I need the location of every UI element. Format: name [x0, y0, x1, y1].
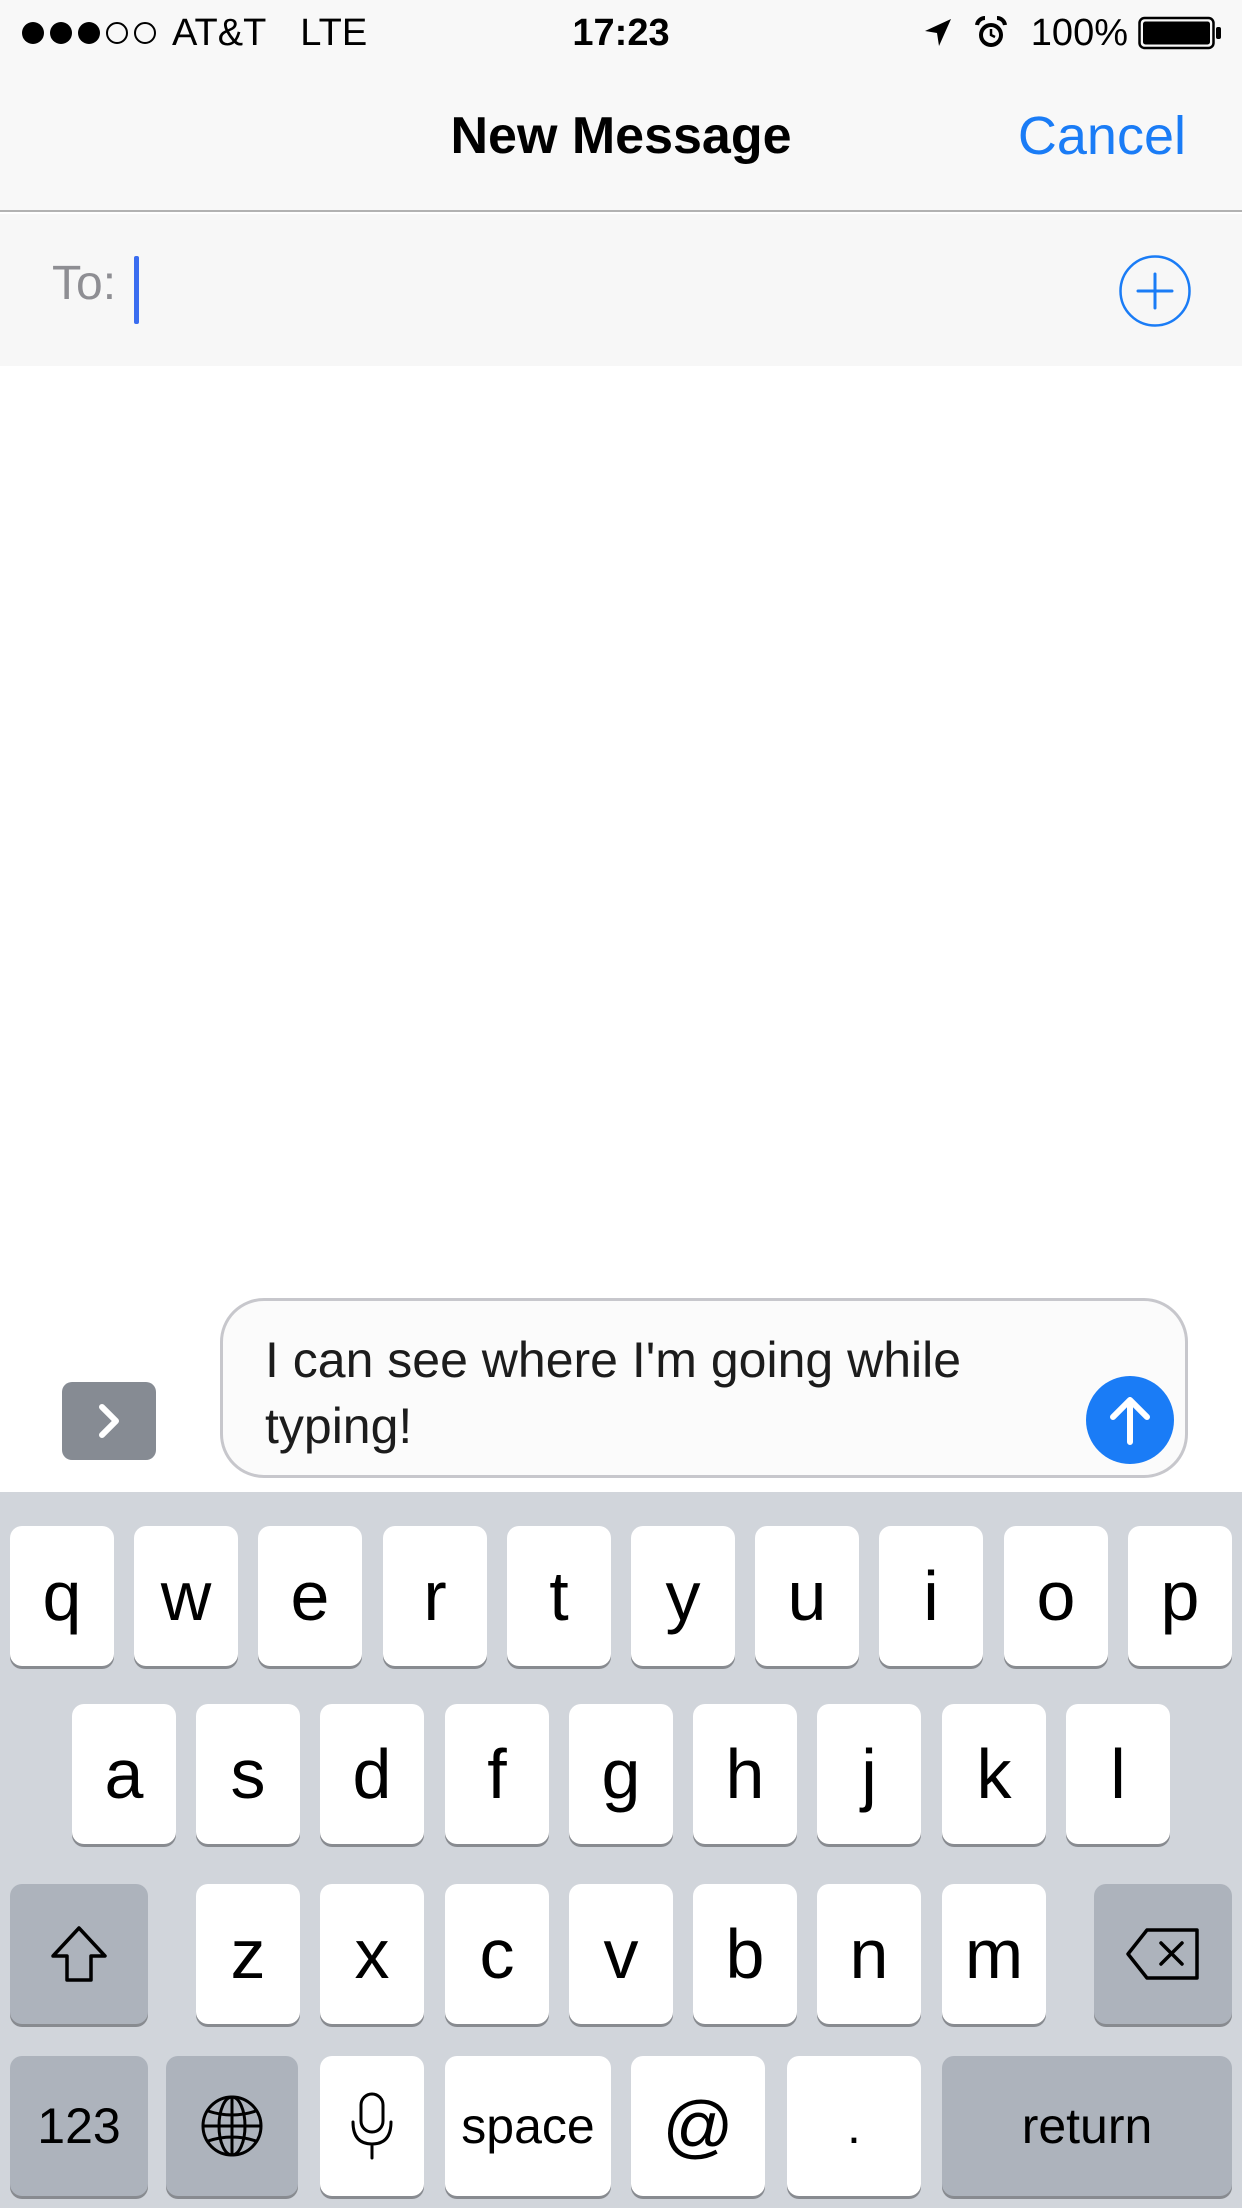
- chevron-right-icon: [99, 1404, 119, 1438]
- key-z[interactable]: z: [196, 1884, 300, 2024]
- message-text: I can see where I'm going while typing!: [265, 1332, 962, 1454]
- period-key[interactable]: .: [787, 2056, 921, 2196]
- key-d[interactable]: d: [320, 1704, 424, 1844]
- at-key[interactable]: @: [631, 2056, 765, 2196]
- status-bar: AT&T LTE 17:23 100%: [0, 0, 1242, 66]
- conversation-area: [0, 366, 1242, 1296]
- apps-toggle-button[interactable]: [62, 1382, 156, 1460]
- space-key[interactable]: space: [445, 2056, 611, 2196]
- key-y[interactable]: y: [631, 1526, 735, 1666]
- delete-key[interactable]: [1094, 1884, 1232, 2024]
- recipient-bar: To:: [0, 214, 1242, 366]
- key-o[interactable]: o: [1004, 1526, 1108, 1666]
- keyboard: q w e r t y u i o p a s d f g h j k l z …: [0, 1492, 1242, 2208]
- location-arrow-icon: [921, 16, 955, 50]
- to-label: To:: [52, 257, 117, 310]
- backspace-icon: [1126, 1928, 1199, 1980]
- key-m[interactable]: m: [942, 1884, 1046, 2024]
- key-p[interactable]: p: [1128, 1526, 1232, 1666]
- status-right: 100%: [921, 8, 1222, 58]
- arrow-up-icon: [1110, 1397, 1150, 1445]
- key-h[interactable]: h: [693, 1704, 797, 1844]
- key-r[interactable]: r: [383, 1526, 487, 1666]
- battery-percentage: 100%: [1030, 11, 1128, 54]
- key-b[interactable]: b: [693, 1884, 797, 2024]
- navigation-bar: New Message Cancel: [0, 66, 1242, 212]
- globe-key[interactable]: [166, 2056, 298, 2196]
- globe-icon: [201, 2095, 263, 2157]
- dictation-key[interactable]: [320, 2056, 424, 2196]
- microphone-icon: [351, 2092, 393, 2160]
- battery-icon: [1138, 15, 1222, 51]
- cancel-button[interactable]: Cancel: [1018, 106, 1186, 166]
- key-i[interactable]: i: [879, 1526, 983, 1666]
- key-x[interactable]: x: [320, 1884, 424, 2024]
- message-input[interactable]: I can see where I'm going while typing!: [220, 1298, 1188, 1478]
- send-button[interactable]: [1086, 1376, 1174, 1464]
- key-v[interactable]: v: [569, 1884, 673, 2024]
- add-recipient-button[interactable]: [1118, 254, 1192, 328]
- key-l[interactable]: l: [1066, 1704, 1170, 1844]
- key-c[interactable]: c: [445, 1884, 549, 2024]
- key-n[interactable]: n: [817, 1884, 921, 2024]
- key-j[interactable]: j: [817, 1704, 921, 1844]
- shift-arrow-icon: [51, 1926, 107, 1982]
- plus-circle-icon: [1119, 255, 1191, 327]
- shift-key[interactable]: [10, 1884, 148, 2024]
- key-w[interactable]: w: [134, 1526, 238, 1666]
- recipient-input[interactable]: [130, 248, 1090, 328]
- key-e[interactable]: e: [258, 1526, 362, 1666]
- key-u[interactable]: u: [755, 1526, 859, 1666]
- key-a[interactable]: a: [72, 1704, 176, 1844]
- key-q[interactable]: q: [10, 1526, 114, 1666]
- key-s[interactable]: s: [196, 1704, 300, 1844]
- alarm-clock-icon: [973, 15, 1009, 51]
- key-t[interactable]: t: [507, 1526, 611, 1666]
- key-g[interactable]: g: [569, 1704, 673, 1844]
- numbers-key[interactable]: 123: [10, 2056, 148, 2196]
- key-k[interactable]: k: [942, 1704, 1046, 1844]
- key-f[interactable]: f: [445, 1704, 549, 1844]
- return-key[interactable]: return: [942, 2056, 1232, 2196]
- text-caret: [134, 256, 139, 324]
